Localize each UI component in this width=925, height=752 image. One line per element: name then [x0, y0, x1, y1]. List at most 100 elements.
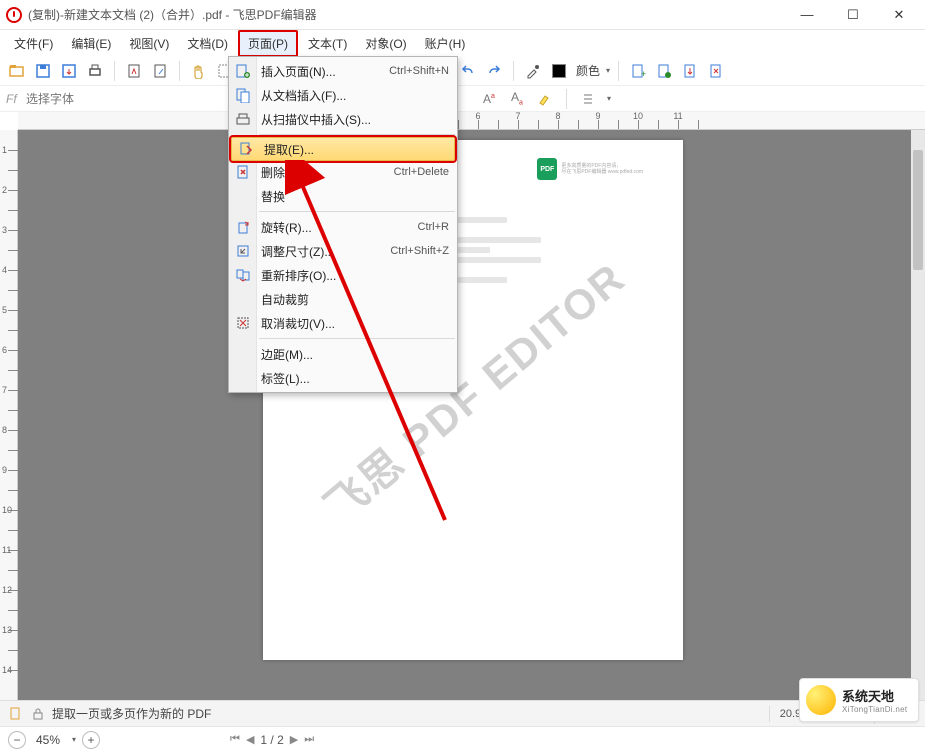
menu-item-extract[interactable]: 提取(E)...	[231, 137, 455, 161]
resize-icon	[234, 242, 252, 260]
blank-icon	[234, 345, 252, 363]
menu-item-shortcut: Ctrl+R	[418, 221, 449, 233]
highlight-icon[interactable]	[534, 88, 556, 110]
menu-item-label: 插入页面(N)...	[261, 63, 336, 80]
color-dropdown-arrow-icon[interactable]: ▾	[606, 66, 610, 75]
doc-b-icon[interactable]	[149, 60, 171, 82]
workspace: 1234567891011121314 PDF 更多高质量的PDF内容请， 尽在…	[0, 130, 925, 700]
page-del-icon[interactable]	[705, 60, 727, 82]
font-select-input[interactable]	[26, 92, 166, 106]
hand-tool-icon[interactable]	[188, 60, 210, 82]
page-add2-icon[interactable]	[653, 60, 675, 82]
doc-a-icon[interactable]	[123, 60, 145, 82]
last-page-button[interactable]: ⏭	[304, 733, 314, 746]
menu-edit[interactable]: 编辑(E)	[63, 32, 119, 55]
menu-item-replace[interactable]: 替换	[229, 184, 457, 208]
menu-item-auto-crop[interactable]: 自动裁剪	[229, 287, 457, 311]
status-hint: 提取一页或多页作为新的 PDF	[52, 705, 763, 722]
brand-logo-icon	[806, 685, 836, 715]
spacing-dropdown-arrow-icon[interactable]: ▾	[607, 94, 611, 103]
reorder-icon	[234, 266, 252, 284]
maximize-button[interactable]: ☐	[839, 4, 867, 26]
vertical-scrollbar[interactable]	[911, 130, 925, 700]
menu-item-resize[interactable]: 调整尺寸(Z)... Ctrl+Shift+Z	[229, 239, 457, 263]
zoom-value[interactable]: 45%	[32, 733, 64, 747]
menu-file[interactable]: 文件(F)	[6, 32, 61, 55]
page-menu-dropdown: 插入页面(N)... Ctrl+Shift+N 从文档插入(F)... 从扫描仪…	[228, 56, 458, 393]
status-bar: 提取一页或多页作为新的 PDF 20.99 x 29.7 cm 预览	[0, 700, 925, 726]
menu-item-label: 从扫描仪中插入(S)...	[261, 111, 371, 128]
font-toolbar: Ff Aa Aa ▾	[0, 86, 925, 112]
color-swatch[interactable]	[548, 60, 570, 82]
menu-item-insert-page[interactable]: 插入页面(N)... Ctrl+Shift+N	[229, 59, 457, 83]
line-spacing-icon[interactable]	[577, 88, 599, 110]
subscript-icon[interactable]: Aa	[506, 88, 528, 110]
title-bar: (复制)-新建文本文档 (2)（合并）.pdf - 飞思PDF编辑器 — ☐ ✕	[0, 0, 925, 30]
menu-item-label: 调整尺寸(Z)...	[261, 243, 334, 260]
menu-bar: 文件(F) 编辑(E) 视图(V) 文档(D) 页面(P) 文本(T) 对象(O…	[0, 30, 925, 56]
menu-separator	[259, 211, 455, 212]
page-nav: ⏮ ◀ 1 / 2 ▶ ⏭	[230, 733, 314, 747]
menu-object[interactable]: 对象(O)	[357, 32, 414, 55]
undo-icon[interactable]	[457, 60, 479, 82]
brand-name: 系统天地	[842, 686, 907, 705]
menu-item-reorder[interactable]: 重新排序(O)...	[229, 263, 457, 287]
zoom-bar: − 45% ▾ + ⏮ ◀ 1 / 2 ▶ ⏭	[0, 726, 925, 752]
menu-item-label: 从文档插入(F)...	[261, 87, 346, 104]
scrollbar-thumb[interactable]	[913, 150, 923, 270]
status-lock-icon	[30, 706, 46, 722]
menu-account[interactable]: 账户(H)	[417, 32, 474, 55]
delete-icon	[234, 163, 252, 181]
menu-item-margins[interactable]: 边距(M)...	[229, 342, 457, 366]
menu-view[interactable]: 视图(V)	[121, 32, 177, 55]
scanner-icon	[234, 110, 252, 128]
superscript-icon[interactable]: Aa	[478, 88, 500, 110]
menu-separator	[259, 134, 455, 135]
zoom-out-button[interactable]: −	[8, 731, 26, 749]
menu-item-label: 标签(L)...	[261, 370, 310, 387]
menu-item-shortcut: Ctrl+Delete	[394, 166, 449, 178]
close-button[interactable]: ✕	[885, 4, 913, 26]
minimize-button[interactable]: —	[793, 4, 821, 26]
first-page-button[interactable]: ⏮	[230, 733, 240, 746]
menu-item-labels[interactable]: 标签(L)...	[229, 366, 457, 390]
menu-item-shortcut: Ctrl+Shift+N	[389, 65, 449, 77]
menu-item-rotate[interactable]: 旋转(R)... Ctrl+R	[229, 215, 457, 239]
menu-item-label: 旋转(R)...	[261, 219, 312, 236]
zoom-in-button[interactable]: +	[82, 731, 100, 749]
page-indicator[interactable]: 1 / 2	[260, 733, 283, 747]
font-family-icon: Ff	[6, 92, 20, 106]
menu-document[interactable]: 文档(D)	[179, 32, 236, 55]
menu-item-label: 重新排序(O)...	[261, 267, 336, 284]
save-as-icon[interactable]	[58, 60, 80, 82]
zoom-dropdown-arrow-icon[interactable]: ▾	[72, 735, 76, 744]
menu-item-insert-from-scanner[interactable]: 从扫描仪中插入(S)...	[229, 107, 457, 131]
prev-page-button[interactable]: ◀	[246, 733, 254, 746]
page-insert-icon	[234, 62, 252, 80]
menu-item-insert-from-doc[interactable]: 从文档插入(F)...	[229, 83, 457, 107]
window-controls: — ☐ ✕	[793, 4, 919, 26]
menu-item-shortcut: Ctrl+Shift+Z	[390, 245, 449, 257]
zoom-controls: − 45% ▾ +	[8, 731, 100, 749]
color-label: 颜色	[576, 62, 600, 79]
page-extract-icon[interactable]	[679, 60, 701, 82]
eyedropper-icon[interactable]	[522, 60, 544, 82]
canvas[interactable]: PDF 更多高质量的PDF内容请， 尽在飞思PDF编辑器 www.pdfed.c…	[18, 130, 925, 700]
menu-item-delete[interactable]: 删除(D)... Ctrl+Delete	[229, 160, 457, 184]
menu-text[interactable]: 文本(T)	[300, 32, 355, 55]
next-page-button[interactable]: ▶	[290, 733, 298, 746]
brand-url: XiTongTianDi.net	[842, 705, 907, 714]
extract-icon	[237, 140, 255, 158]
print-icon[interactable]	[84, 60, 106, 82]
redo-icon[interactable]	[483, 60, 505, 82]
open-icon[interactable]	[6, 60, 28, 82]
menu-page[interactable]: 页面(P)	[238, 30, 298, 57]
save-icon[interactable]	[32, 60, 54, 82]
menu-item-label: 自动裁剪	[261, 291, 309, 308]
menu-item-label: 取消裁切(V)...	[261, 315, 335, 332]
page-add-icon[interactable]: +	[627, 60, 649, 82]
rotate-icon	[234, 218, 252, 236]
status-doc-icon	[8, 706, 24, 722]
menu-item-label: 提取(E)...	[264, 141, 314, 158]
menu-item-cancel-crop[interactable]: 取消裁切(V)...	[229, 311, 457, 335]
